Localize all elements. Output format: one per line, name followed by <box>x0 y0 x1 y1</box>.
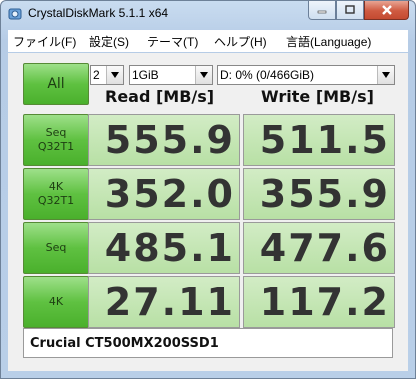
chevron-down-icon <box>106 66 123 84</box>
window-title: CrystalDiskMark 5.1.1 x64 <box>28 6 169 20</box>
4k-q32t1-read-result: 352.0 <box>88 168 240 220</box>
maximize-icon <box>345 5 355 14</box>
write-header: Write [MB/s] <box>261 87 374 106</box>
result-value: 117.2 <box>259 280 390 324</box>
all-button[interactable]: All <box>23 63 89 105</box>
result-value: 511.5 <box>259 118 390 162</box>
4k-q32t1-button[interactable]: 4K Q32T1 <box>23 168 89 220</box>
seq-write-result: 477.6 <box>243 222 395 274</box>
test-label-line1: 4K <box>48 295 64 308</box>
close-button[interactable] <box>364 1 409 20</box>
maximize-button[interactable] <box>336 1 364 20</box>
size-select[interactable]: 1GiB <box>129 65 213 85</box>
seq-button[interactable]: Seq <box>23 222 89 274</box>
test-label-line1: Seq <box>45 126 67 139</box>
count-value: 2 <box>93 68 100 82</box>
result-value: 477.6 <box>259 226 390 270</box>
test-label-line1: Seq <box>45 241 67 254</box>
menu-settings[interactable]: 設定(S) <box>89 33 129 50</box>
seq-q32t1-read-result: 555.9 <box>88 114 240 166</box>
test-label-line1: 4K <box>48 180 64 193</box>
drive-value: D: 0% (0/466GiB) <box>220 68 315 82</box>
result-value: 27.11 <box>104 280 235 324</box>
result-value: 555.9 <box>104 118 235 162</box>
menu-bar: ファイル(F) 設定(S) テーマ(T) ヘルプ(H) 言語(Language) <box>8 30 408 52</box>
4k-read-result: 27.11 <box>88 276 240 328</box>
count-select[interactable]: 2 <box>90 65 124 85</box>
result-value: 355.9 <box>259 172 390 216</box>
size-value: 1GiB <box>132 68 159 82</box>
minimize-button[interactable] <box>308 1 336 20</box>
test-label-line2: Q32T1 <box>37 194 75 207</box>
chevron-down-icon <box>377 66 394 84</box>
menu-help[interactable]: ヘルプ(H) <box>214 33 267 50</box>
minimize-icon <box>317 10 327 14</box>
menu-file[interactable]: ファイル(F) <box>13 33 76 50</box>
disk-app-icon <box>8 8 22 20</box>
result-value: 352.0 <box>104 172 235 216</box>
read-header: Read [MB/s] <box>105 87 215 106</box>
seq-q32t1-button[interactable]: Seq Q32T1 <box>23 114 89 166</box>
4k-q32t1-write-result: 355.9 <box>243 168 395 220</box>
seq-q32t1-write-result: 511.5 <box>243 114 395 166</box>
app-window: CrystalDiskMark 5.1.1 x64 ファイル(F) 設定(S) … <box>0 0 416 379</box>
main-panel: All 2 1GiB D: 0% (0/466GiB) Read [MB/s] … <box>8 53 408 371</box>
drive-select[interactable]: D: 0% (0/466GiB) <box>217 65 395 85</box>
comment-field[interactable]: Crucial CT500MX200SSD1 <box>23 328 393 358</box>
chevron-down-icon <box>195 66 212 84</box>
seq-read-result: 485.1 <box>88 222 240 274</box>
test-label-line2: Q32T1 <box>37 140 75 153</box>
result-value: 485.1 <box>104 226 235 270</box>
menu-theme[interactable]: テーマ(T) <box>147 33 198 50</box>
4k-button[interactable]: 4K <box>23 276 89 328</box>
title-bar[interactable]: CrystalDiskMark 5.1.1 x64 <box>1 1 415 27</box>
menu-language[interactable]: 言語(Language) <box>286 33 371 50</box>
4k-write-result: 117.2 <box>243 276 395 328</box>
close-icon <box>381 5 392 15</box>
